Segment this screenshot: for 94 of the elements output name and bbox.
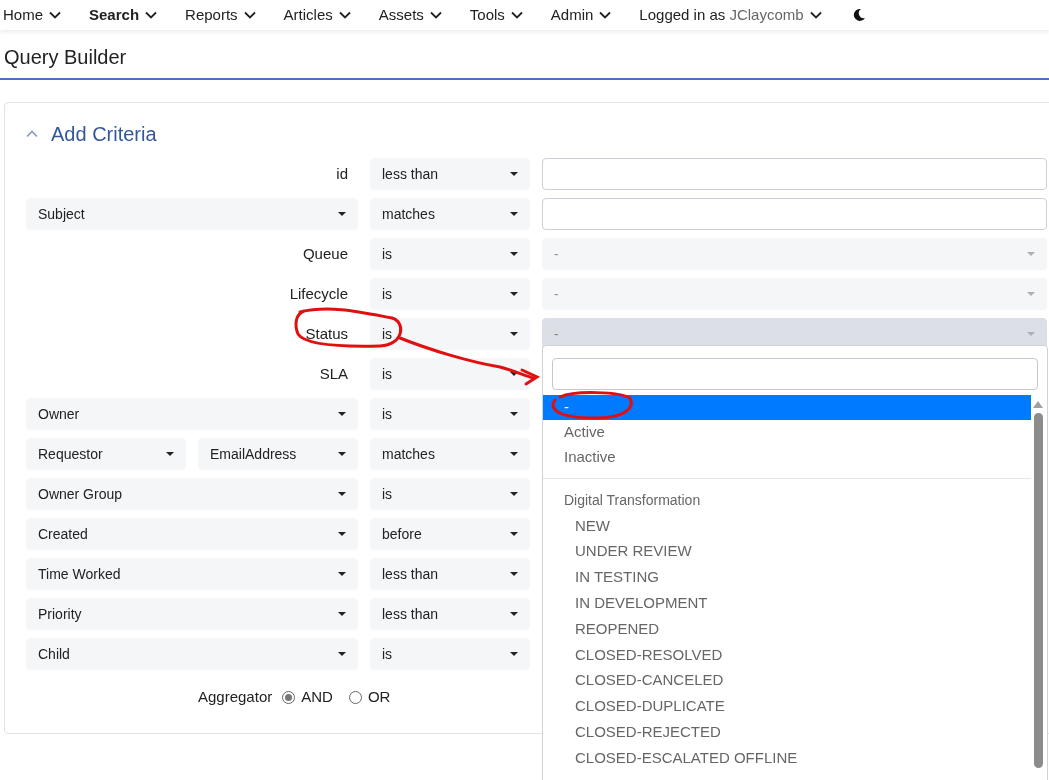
- operator-select[interactable]: less than: [370, 558, 530, 590]
- operator-select[interactable]: is: [370, 238, 530, 270]
- caret-icon: [1027, 332, 1035, 336]
- field-select[interactable]: Priority: [26, 598, 358, 630]
- caret-icon: [338, 412, 346, 416]
- caret-icon: [510, 572, 518, 576]
- dropdown-option[interactable]: Active: [543, 420, 1031, 445]
- dropdown-option[interactable]: IN TESTING: [543, 564, 1031, 591]
- nav-menu-item[interactable]: Admin: [550, 3, 612, 27]
- operator-select[interactable]: before: [370, 518, 530, 550]
- chevron-down-icon: [429, 11, 442, 19]
- dropdown-option[interactable]: CLOSED-RESOLVED: [543, 642, 1031, 668]
- operator-select[interactable]: is: [370, 398, 530, 430]
- section-toggle[interactable]: Add Criteria: [26, 119, 157, 149]
- dropdown-option[interactable]: UNDER REVIEW: [543, 538, 1031, 565]
- chevron-down-icon: [243, 11, 256, 19]
- caret-icon: [510, 332, 518, 336]
- caret-icon: [510, 372, 518, 376]
- chevron-down-icon: [49, 11, 61, 19]
- dropdown-option[interactable]: NEW: [543, 513, 1031, 539]
- caret-icon: [510, 172, 518, 176]
- field-select[interactable]: Time Worked: [26, 558, 358, 590]
- operator-select[interactable]: less than: [370, 598, 530, 630]
- operator-select[interactable]: is: [370, 278, 530, 310]
- chevron-down-icon: [599, 11, 612, 19]
- operator-select[interactable]: matches: [370, 198, 530, 230]
- caret-icon: [338, 452, 346, 456]
- value-input[interactable]: [542, 198, 1047, 230]
- user-menu[interactable]: Logged in as JClaycomb: [639, 3, 822, 27]
- operator-select[interactable]: matches: [370, 438, 530, 470]
- dropdown-option[interactable]: CLOSED-DUPLICATE: [543, 693, 1031, 720]
- dropdown-option[interactable]: IN DEVELOPMENT: [543, 590, 1031, 617]
- subfield-select[interactable]: EmailAddress: [198, 438, 358, 470]
- moon-icon[interactable]: [851, 8, 866, 22]
- nav-menu-item[interactable]: Articles: [283, 3, 351, 27]
- field-label: Lifecycle: [289, 283, 348, 304]
- caret-icon: [338, 532, 346, 536]
- nav-menu-item[interactable]: Assets: [378, 3, 442, 27]
- operator-select[interactable]: is: [370, 358, 530, 390]
- caret-icon: [510, 252, 518, 256]
- dropdown-option[interactable]: -: [543, 395, 1031, 420]
- value-input[interactable]: [542, 158, 1047, 190]
- operator-select[interactable]: is: [370, 478, 530, 510]
- chevron-down-icon: [338, 11, 351, 19]
- caret-icon: [338, 572, 346, 576]
- caret-icon: [510, 532, 518, 536]
- dropdown-option[interactable]: CLOSED-ESCALATED OFFLINE: [543, 745, 1031, 771]
- caret-icon: [338, 652, 346, 656]
- caret-icon: [510, 612, 518, 616]
- caret-icon: [1027, 292, 1035, 296]
- caret-icon: [338, 212, 346, 216]
- field-select[interactable]: Owner Group: [26, 478, 358, 510]
- nav-menu-item[interactable]: Home: [3, 3, 61, 27]
- nav-menu-item[interactable]: Reports: [185, 3, 256, 27]
- field-label: Status: [305, 323, 348, 344]
- operator-select[interactable]: is: [370, 638, 530, 670]
- dropdown-option[interactable]: Inactive: [543, 445, 1031, 470]
- caret-icon: [510, 492, 518, 496]
- aggregator-radio[interactable]: OR: [348, 686, 391, 709]
- chevron-down-icon: [145, 11, 158, 19]
- search-field[interactable]: [552, 358, 1038, 390]
- caret-icon: [510, 292, 518, 296]
- field-label: id: [336, 163, 348, 184]
- caret-icon: [166, 452, 174, 456]
- caret-icon: [510, 212, 518, 216]
- option-group-label: Digital Transformation: [563, 490, 702, 510]
- caret-icon: [338, 492, 346, 496]
- scroll-up-icon[interactable]: [1033, 401, 1043, 408]
- chevron-down-icon: [510, 11, 523, 19]
- caret-icon: [510, 452, 518, 456]
- dropdown-option[interactable]: REOPENED: [543, 616, 1031, 642]
- operator-select[interactable]: less than: [370, 158, 530, 190]
- field-select[interactable]: Created: [26, 518, 358, 550]
- page-title: Query Builder: [4, 45, 128, 70]
- caret-icon: [510, 652, 518, 656]
- nav-menu-item[interactable]: Tools: [469, 3, 523, 27]
- caret-icon: [1027, 252, 1035, 256]
- field-select[interactable]: Owner: [26, 398, 358, 430]
- aggregator-label: Aggregator: [198, 687, 273, 707]
- field-label: SLA: [319, 363, 348, 384]
- caret-icon: [510, 412, 518, 416]
- field-select[interactable]: Requestor: [26, 438, 186, 470]
- scrollbar-thumb[interactable]: [1033, 413, 1043, 768]
- dropdown-option[interactable]: CLOSED-REJECTED: [543, 719, 1031, 746]
- chevron-up-icon: [26, 130, 38, 138]
- chevron-down-icon: [809, 11, 822, 19]
- dropdown-option[interactable]: CLOSED-CANCELED: [543, 667, 1031, 694]
- aggregator-radio[interactable]: AND: [282, 686, 333, 709]
- caret-icon: [338, 612, 346, 616]
- nav-menu-item[interactable]: Search: [89, 3, 158, 27]
- field-select[interactable]: Subject: [26, 198, 358, 230]
- field-select[interactable]: Child: [26, 638, 358, 670]
- field-label: Queue: [302, 243, 348, 264]
- operator-select[interactable]: is: [370, 318, 530, 350]
